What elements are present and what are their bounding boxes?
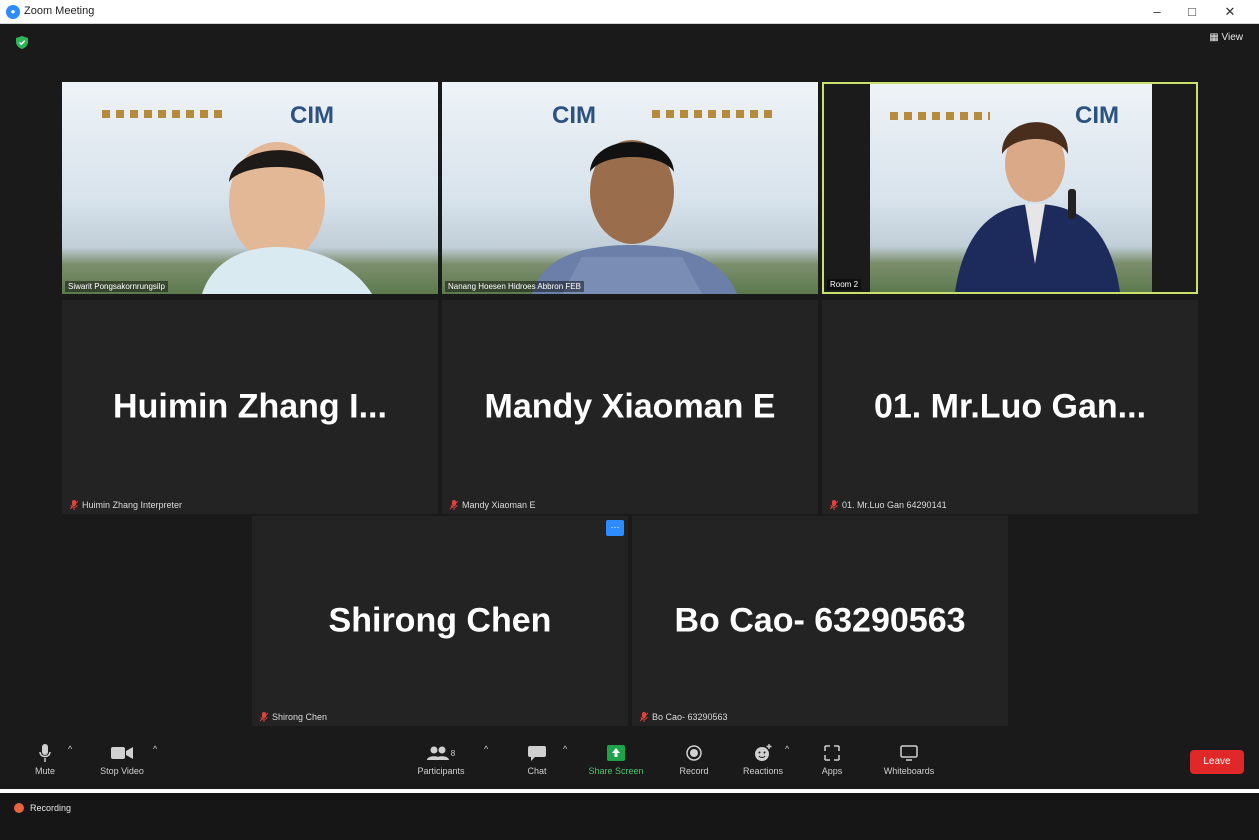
recording-indicator-icon	[14, 803, 24, 813]
record-button[interactable]: Record	[674, 744, 714, 776]
maximize-button[interactable]: □	[1178, 3, 1206, 21]
participant-tile[interactable]: Mandy Xiaoman E Mandy Xiaoman E	[442, 300, 818, 514]
security-shield-icon[interactable]	[16, 36, 28, 49]
chat-options-caret[interactable]: ^	[563, 744, 567, 754]
participant-tile[interactable]: 01. Mr.Luo Gan... 01. Mr.Luo Gan 6429014…	[822, 300, 1198, 514]
participants-options-caret[interactable]: ^	[484, 744, 488, 754]
participant-name-label: Shirong Chen	[272, 712, 328, 722]
participants-icon	[426, 746, 449, 760]
participant-video	[202, 142, 372, 294]
video-name-label: Nanang Hoesen Hidroes Abbron FEB	[445, 281, 584, 292]
participant-display-name: Mandy Xiaoman E	[484, 387, 776, 426]
video-name-label: Siwarit Pongsakornrungsilp	[65, 281, 168, 292]
apps-button[interactable]: Apps	[815, 744, 849, 776]
meeting-area: ▦ View CIM Siwarit Pongsakornrungsilp CI…	[0, 24, 1259, 784]
recording-label: Recording	[30, 803, 72, 813]
title-bar: ● Zoom Meeting – □ ✕	[0, 0, 1259, 24]
participant-display-name: Huimin Zhang I...	[113, 387, 387, 426]
recording-bar: Recording	[0, 789, 1259, 840]
window-title: Zoom Meeting	[24, 5, 95, 17]
mute-button[interactable]: Mute	[28, 744, 62, 776]
participant-tile[interactable]: Huimin Zhang I... Huimin Zhang Interpret…	[62, 300, 438, 514]
participant-video	[955, 122, 1120, 292]
reactions-button[interactable]: Reactions	[738, 744, 788, 776]
whiteboards-button[interactable]: Whiteboards	[874, 744, 944, 776]
meeting-toolbar: Mute ^ Stop Video ^ 8 Participants ^ Cha…	[0, 740, 1259, 784]
mic-muted-icon	[70, 500, 78, 510]
mic-muted-icon	[640, 712, 648, 722]
reactions-options-caret[interactable]: ^	[785, 744, 789, 754]
apps-icon	[824, 745, 840, 761]
video-tile-active-speaker[interactable]: CIM Room 2	[822, 82, 1198, 294]
minimize-button[interactable]: –	[1143, 3, 1171, 21]
reactions-icon	[755, 744, 772, 761]
participant-display-name: Shirong Chen	[328, 601, 552, 640]
participant-name-label: Mandy Xiaoman E	[462, 500, 536, 510]
participant-video	[532, 140, 737, 294]
participant-name-label: Bo Cao- 63290563	[652, 712, 728, 722]
video-tile[interactable]: CIM Siwarit Pongsakornrungsilp	[62, 82, 438, 294]
video-tile[interactable]: CIM Nanang Hoesen Hidroes Abbron FEB	[442, 82, 818, 294]
share-screen-button[interactable]: Share Screen	[583, 744, 649, 776]
participant-name-label: Huimin Zhang Interpreter	[82, 500, 183, 510]
mic-muted-icon	[830, 500, 838, 510]
share-screen-icon	[607, 745, 625, 761]
microphone-icon	[39, 744, 51, 762]
whiteboard-icon	[900, 745, 918, 761]
grid-icon: ▦	[1209, 32, 1219, 43]
participant-tile[interactable]: Shirong Chen Shirong Chen ···	[252, 516, 628, 726]
participant-display-name: Bo Cao- 63290563	[674, 601, 966, 640]
view-button[interactable]: ▦ View	[1209, 32, 1243, 43]
mic-muted-icon	[450, 500, 458, 510]
record-icon	[686, 745, 702, 761]
participants-count: 8	[450, 748, 456, 758]
stop-video-button[interactable]: Stop Video	[94, 744, 150, 776]
leave-button[interactable]: Leave	[1190, 750, 1244, 774]
video-options-caret[interactable]: ^	[153, 744, 157, 754]
chat-icon	[528, 746, 546, 761]
close-button[interactable]: ✕	[1216, 3, 1244, 21]
participant-display-name: 01. Mr.Luo Gan...	[873, 387, 1147, 426]
video-name-label: Room 2	[827, 279, 862, 290]
chat-button[interactable]: Chat	[520, 744, 554, 776]
more-options-button[interactable]: ···	[606, 520, 624, 536]
mic-muted-icon	[260, 712, 268, 722]
zoom-app-icon: ●	[6, 5, 20, 19]
participant-tile[interactable]: Bo Cao- 63290563 Bo Cao- 63290563	[632, 516, 1008, 726]
video-camera-icon	[111, 747, 133, 759]
participant-name-label: 01. Mr.Luo Gan 64290141	[842, 500, 947, 510]
mute-options-caret[interactable]: ^	[68, 744, 72, 754]
participants-button[interactable]: 8 Participants	[410, 744, 472, 776]
